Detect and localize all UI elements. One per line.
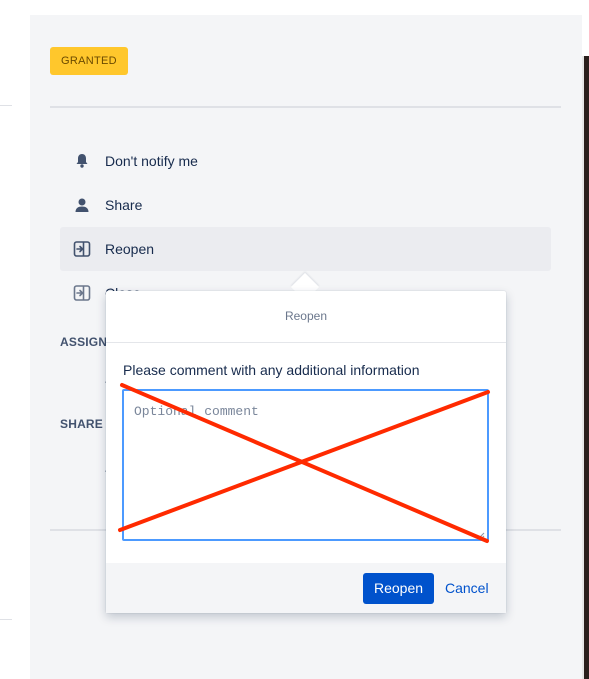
reopen-submit-button[interactable]: Reopen xyxy=(363,573,435,604)
divider xyxy=(0,619,12,620)
screen: GRANTED Don't notify me Share Reopen ASS… xyxy=(0,0,589,679)
menu-item-label: Reopen xyxy=(105,241,155,257)
reopen-dialog: Reopen Please comment with any additiona… xyxy=(106,291,506,613)
notify-toggle-item[interactable]: Don't notify me xyxy=(60,139,551,183)
user-icon xyxy=(70,193,94,217)
menu-item-label: Don't notify me xyxy=(105,153,198,169)
divider xyxy=(106,342,506,343)
assignee-section-label: ASSIGN xyxy=(60,335,108,349)
comment-placeholder: Optional comment xyxy=(134,404,259,419)
menu-item-label: Share xyxy=(105,197,143,213)
window-edge xyxy=(582,0,589,679)
reopen-item[interactable]: Reopen xyxy=(60,227,551,271)
divider xyxy=(0,105,12,106)
dialog-footer: Reopen Cancel xyxy=(106,563,506,613)
shared-section-label: SHARE xyxy=(60,417,104,431)
bell-icon xyxy=(70,149,94,173)
dialog-title: Reopen xyxy=(284,309,328,323)
reopen-icon xyxy=(70,237,94,261)
resize-handle-icon[interactable] xyxy=(477,529,485,540)
share-item[interactable]: Share xyxy=(60,183,551,227)
divider xyxy=(50,106,561,108)
cancel-button[interactable]: Cancel xyxy=(445,573,489,604)
comment-textarea[interactable]: Optional comment xyxy=(122,389,489,541)
status-badge: GRANTED xyxy=(50,47,128,75)
comment-prompt: Please comment with any additional infor… xyxy=(123,362,420,378)
close-request-icon xyxy=(70,281,94,305)
